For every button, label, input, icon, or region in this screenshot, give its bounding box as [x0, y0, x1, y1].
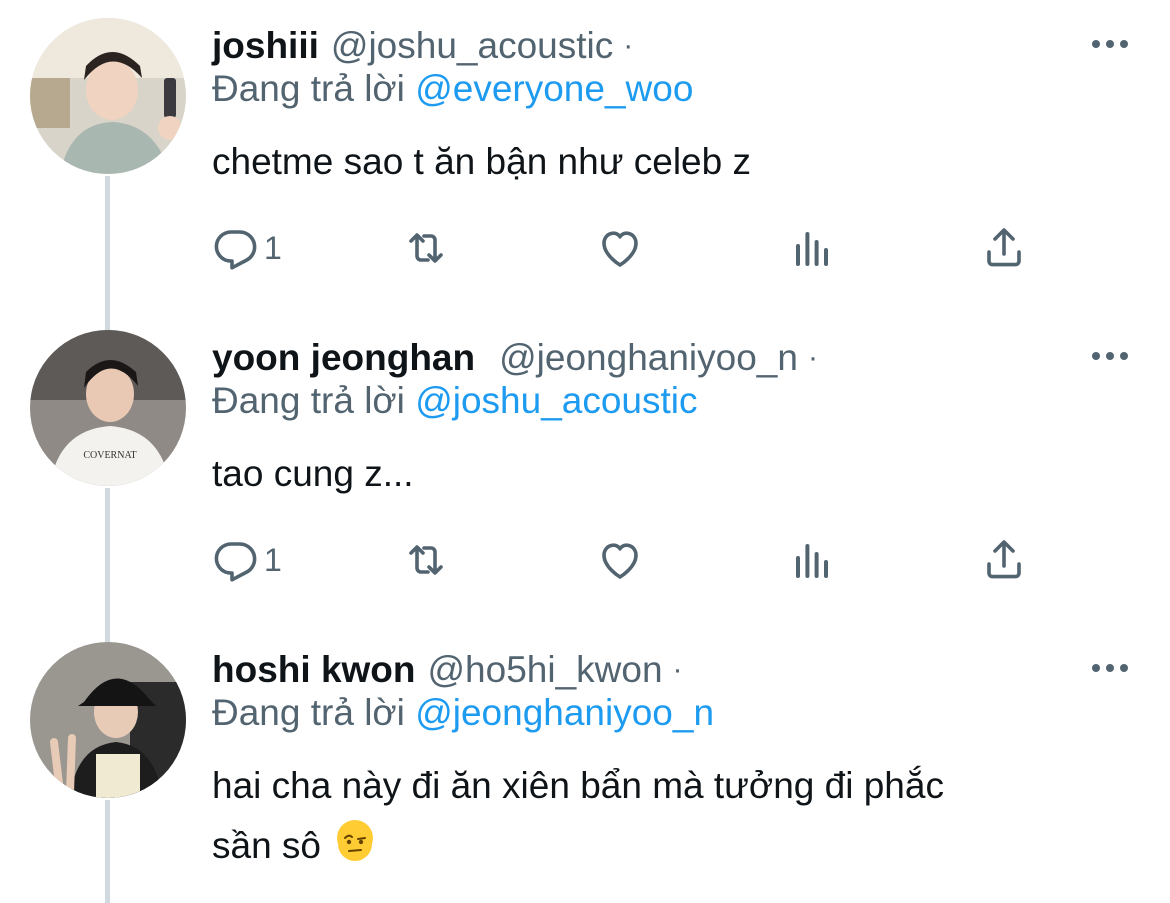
replying-to-label: Đang trả lời	[212, 380, 405, 421]
mention-link[interactable]: @everyone_woo	[415, 68, 693, 109]
reply-icon	[214, 230, 257, 270]
analytics-button[interactable]	[788, 530, 836, 590]
share-icon	[987, 228, 1021, 267]
tweet-text-line: hai cha này đi ăn xiên bẩn mà tưởng đi p…	[212, 765, 944, 806]
svg-text:COVERNAT: COVERNAT	[83, 450, 136, 461]
reply-button[interactable]: 1	[212, 218, 282, 278]
analytics-icon	[796, 232, 828, 266]
tweet[interactable]: COVERNAT yoon jeonghan @jeonghaniyoo_n ·…	[0, 330, 1170, 630]
heart-icon	[602, 231, 638, 267]
user-handle[interactable]: @joshu_acoustic	[331, 25, 613, 67]
reply-count: 1	[264, 229, 282, 266]
display-name[interactable]: yoon jeonghan	[212, 337, 475, 379]
replying-to-label: Đang trả lời	[212, 68, 405, 109]
more-icon[interactable]	[1092, 352, 1128, 360]
user-handle[interactable]: @ho5hi_kwon	[428, 649, 663, 691]
display-name[interactable]: joshiii	[212, 25, 319, 67]
retweet-button[interactable]	[402, 218, 450, 278]
replying-to-label: Đang trả lời	[212, 692, 405, 733]
analytics-button[interactable]	[788, 218, 836, 278]
replying-to: Đang trả lời @everyone_woo	[212, 68, 693, 110]
avatar[interactable]	[30, 642, 186, 798]
avatar-image	[30, 18, 186, 174]
avatar[interactable]: COVERNAT	[30, 330, 186, 486]
display-name[interactable]: hoshi kwon	[212, 649, 416, 691]
retweet-icon	[409, 233, 443, 263]
avatar-image: COVERNAT	[30, 330, 186, 486]
more-icon[interactable]	[1092, 664, 1128, 672]
tweet-text-segment: sần sô	[212, 825, 322, 866]
replying-to: Đang trả lời @joshu_acoustic	[212, 380, 698, 422]
separator-dot: ·	[672, 653, 683, 686]
retweet-button[interactable]	[402, 530, 450, 590]
avatar[interactable]	[30, 18, 186, 174]
retweet-icon	[409, 545, 443, 575]
tweet-actions: 1	[212, 218, 1052, 278]
reply-button[interactable]: 1	[212, 530, 282, 590]
reply-icon	[214, 542, 257, 582]
tweet-text: hai cha này đi ăn xiên bẩn mà tưởng đi p…	[212, 756, 1112, 876]
tweet-text: tao cung z...	[212, 453, 414, 494]
user-handle[interactable]: @jeonghaniyoo_n	[499, 337, 798, 379]
face-with-raised-eyebrow-icon	[337, 820, 374, 861]
share-button[interactable]	[980, 530, 1028, 590]
tweet[interactable]: hoshi kwon @ho5hi_kwon · Đang trả lời @j…	[0, 642, 1170, 903]
tweet[interactable]: joshiii @joshu_acoustic · Đang trả lời @…	[0, 18, 1170, 318]
tweet-text-line: sần sô	[212, 816, 1112, 876]
separator-dot: ·	[807, 341, 818, 374]
heart-icon	[602, 543, 638, 579]
replying-to: Đang trả lời @jeonghaniyoo_n	[212, 692, 714, 734]
mention-link[interactable]: @jeonghaniyoo_n	[415, 692, 714, 733]
reply-count: 1	[264, 541, 282, 578]
analytics-icon	[796, 544, 828, 578]
tweet-text: chetme sao t ăn bận như celeb z	[212, 141, 751, 182]
separator-dot: ·	[623, 29, 634, 62]
avatar-image	[30, 642, 186, 798]
like-button[interactable]	[596, 530, 644, 590]
share-icon	[987, 540, 1021, 579]
share-button[interactable]	[980, 218, 1028, 278]
tweet-actions: 1	[212, 530, 1052, 590]
like-button[interactable]	[596, 218, 644, 278]
mention-link[interactable]: @joshu_acoustic	[415, 380, 697, 421]
more-icon[interactable]	[1092, 40, 1128, 48]
